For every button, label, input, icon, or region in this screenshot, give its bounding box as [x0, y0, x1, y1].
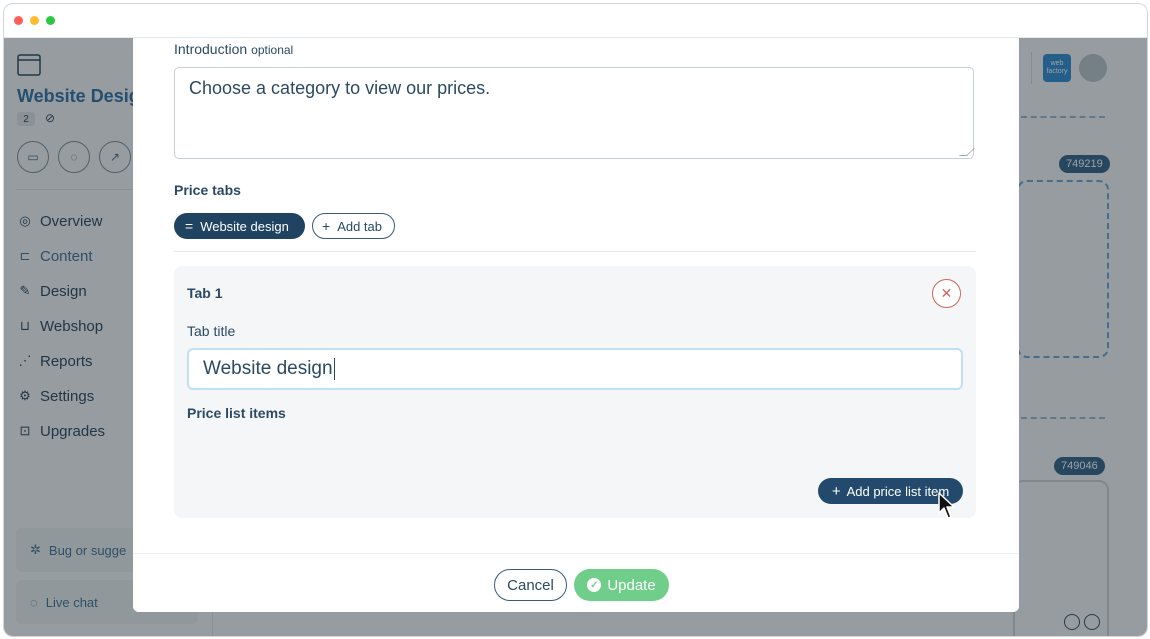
introduction-textarea[interactable]: Choose a category to view our prices. [174, 67, 975, 159]
plus-icon: + [831, 482, 841, 500]
price-tab-website-design[interactable]: = Website design [174, 213, 305, 239]
tab-title-label: Tab title [187, 323, 236, 339]
price-list-editor-modal: Introduction optional Choose a category t… [133, 38, 1019, 612]
update-button[interactable]: ✓ Update [574, 569, 669, 601]
section-divider [174, 251, 976, 252]
mouse-cursor-icon [938, 492, 955, 519]
tab-card: Tab 1 ✕ Tab title Website design Price l… [174, 266, 976, 518]
price-list-items-heading: Price list items [187, 405, 286, 421]
drag-handle-icon[interactable]: = [185, 218, 193, 234]
resize-handle-icon[interactable] [959, 148, 975, 156]
introduction-label: Introduction optional [174, 41, 294, 57]
add-tab-button[interactable]: + Add tab [312, 213, 395, 239]
plus-icon: + [322, 218, 331, 234]
check-icon: ✓ [587, 578, 602, 592]
close-window-dot[interactable] [14, 16, 23, 25]
remove-tab-button[interactable]: ✕ [932, 279, 961, 308]
price-tabs-heading: Price tabs [174, 182, 241, 198]
tab-title-input[interactable]: Website design [187, 348, 963, 390]
text-caret [333, 358, 335, 380]
tab-heading: Tab 1 [187, 285, 223, 301]
browser-window: Website Desig 2 ⊘ ▭ ◌ ↗ ◎ Overview ⊏ Con… [3, 3, 1148, 637]
maximize-window-dot[interactable] [46, 16, 55, 25]
minimize-window-dot[interactable] [30, 16, 39, 25]
window-titlebar [4, 4, 1147, 38]
cancel-button[interactable]: Cancel [494, 569, 567, 601]
close-icon: ✕ [940, 285, 953, 301]
modal-footer: Cancel ✓ Update [133, 553, 1019, 612]
